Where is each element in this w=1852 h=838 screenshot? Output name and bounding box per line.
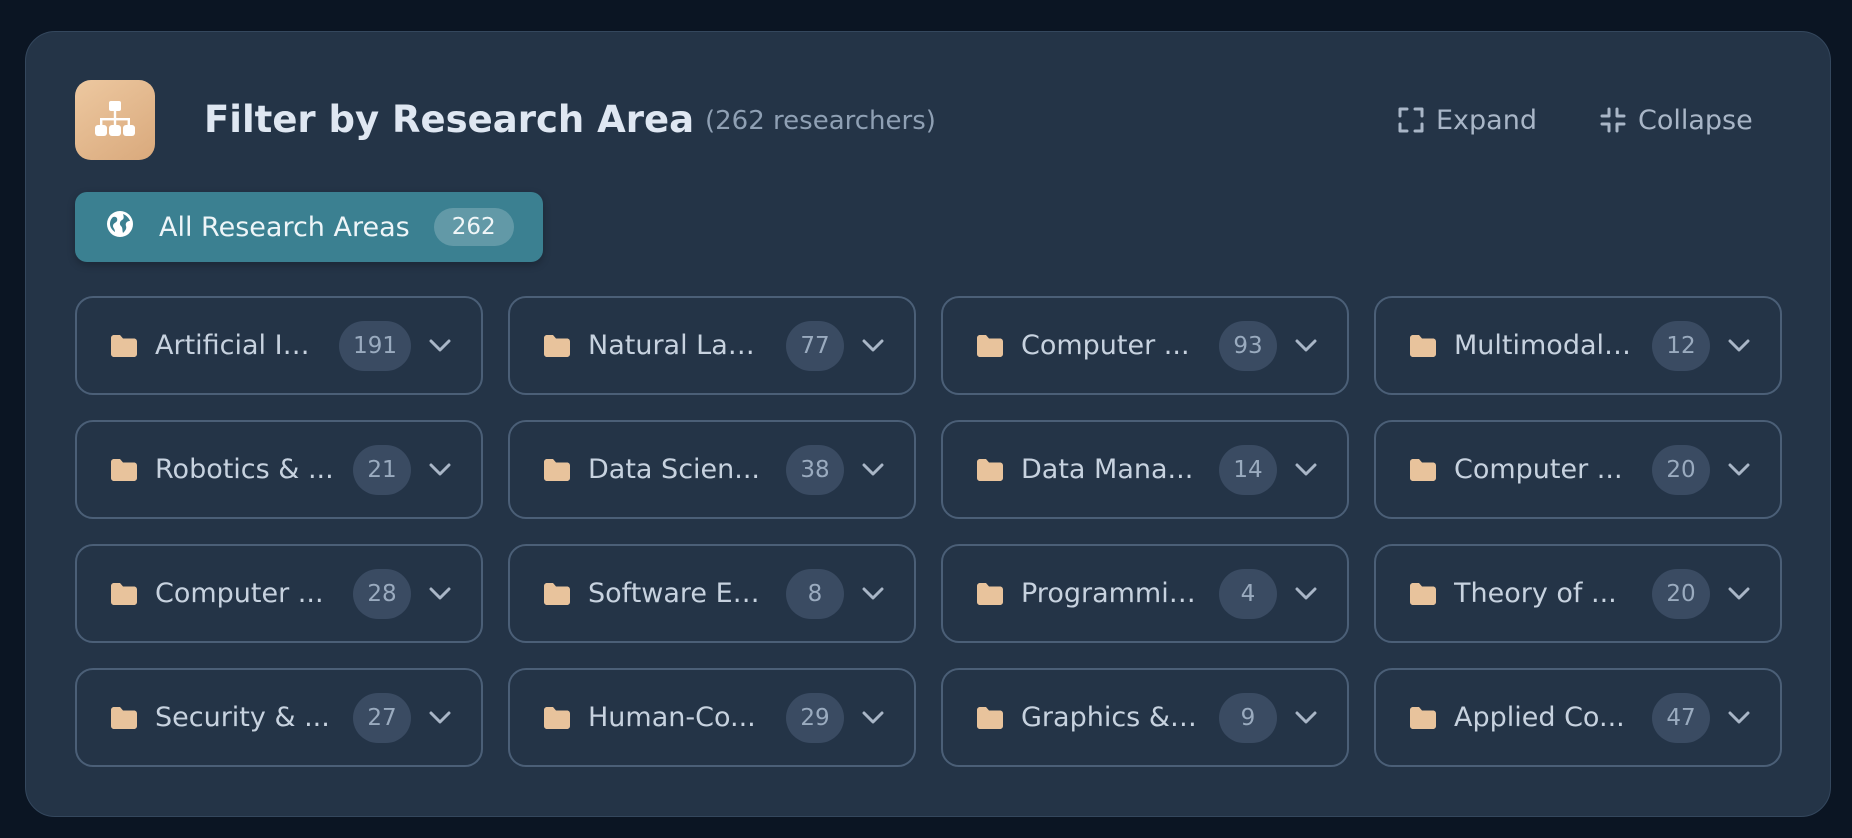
folder-icon xyxy=(1408,457,1438,483)
folder-icon xyxy=(975,333,1005,359)
research-area-item-5[interactable]: Robotics & ... 21 xyxy=(75,420,483,519)
folder-icon xyxy=(109,705,139,731)
research-area-count: 20 xyxy=(1652,568,1710,619)
research-area-item-10[interactable]: Software En... 8 xyxy=(508,544,916,643)
research-area-item-8[interactable]: Computer ... 20 xyxy=(1374,420,1782,519)
panel-header: Filter by Research Area (262 researchers… xyxy=(75,80,1785,160)
chevron-down-icon[interactable] xyxy=(429,339,451,353)
sitemap-icon xyxy=(75,80,155,160)
page-title: Filter by Research Area xyxy=(204,98,695,141)
chevron-down-icon[interactable] xyxy=(429,711,451,725)
research-area-item-4[interactable]: Multimodal AI 12 xyxy=(1374,296,1782,395)
research-area-count: 9 xyxy=(1219,692,1277,743)
research-area-count: 47 xyxy=(1652,692,1710,743)
chevron-down-icon[interactable] xyxy=(1728,587,1750,601)
folder-icon xyxy=(109,581,139,607)
chevron-down-icon[interactable] xyxy=(862,463,884,477)
chevron-down-icon[interactable] xyxy=(1728,711,1750,725)
research-area-count: 77 xyxy=(786,320,844,371)
expand-all-button[interactable]: Expand xyxy=(1398,96,1537,144)
folder-icon xyxy=(1408,333,1438,359)
chevron-down-icon[interactable] xyxy=(862,339,884,353)
folder-icon xyxy=(542,333,572,359)
chevron-down-icon[interactable] xyxy=(1295,711,1317,725)
research-area-label: Theory of ... xyxy=(1454,578,1617,609)
research-area-label: Multimodal AI xyxy=(1454,330,1634,361)
all-research-areas-button[interactable]: All Research Areas 262 xyxy=(75,192,543,262)
research-area-grid: Artificial In... 191 Natural Lan... 77 C… xyxy=(75,296,1785,767)
collapse-all-button[interactable]: Collapse xyxy=(1600,96,1753,144)
compress-icon xyxy=(1600,107,1626,133)
research-area-item-6[interactable]: Data Scien... 38 xyxy=(508,420,916,519)
research-area-item-9[interactable]: Computer ... 28 xyxy=(75,544,483,643)
all-research-areas-count: 262 xyxy=(433,208,514,246)
research-area-label: Computer ... xyxy=(1021,330,1190,361)
research-area-item-11[interactable]: Programmin... 4 xyxy=(941,544,1349,643)
chevron-down-icon[interactable] xyxy=(1295,463,1317,477)
folder-icon xyxy=(975,705,1005,731)
chevron-down-icon[interactable] xyxy=(1295,339,1317,353)
folder-icon xyxy=(542,705,572,731)
folder-icon xyxy=(109,333,139,359)
research-area-label: Software En... xyxy=(588,578,768,609)
research-area-item-1[interactable]: Artificial In... 191 xyxy=(75,296,483,395)
research-area-count: 28 xyxy=(353,568,411,619)
research-area-item-3[interactable]: Computer ... 93 xyxy=(941,296,1349,395)
expand-icon xyxy=(1398,107,1424,133)
research-area-count: 12 xyxy=(1652,320,1710,371)
chevron-down-icon[interactable] xyxy=(862,587,884,601)
globe-icon xyxy=(105,209,135,246)
research-area-count: 14 xyxy=(1219,444,1277,495)
research-area-item-16[interactable]: Applied Co... 47 xyxy=(1374,668,1782,767)
chevron-down-icon[interactable] xyxy=(429,587,451,601)
research-area-label: Computer ... xyxy=(155,578,324,609)
research-area-label: Robotics & ... xyxy=(155,454,334,485)
folder-icon xyxy=(1408,705,1438,731)
chevron-down-icon[interactable] xyxy=(1728,339,1750,353)
research-area-item-13[interactable]: Security & ... 27 xyxy=(75,668,483,767)
research-area-label: Programmin... xyxy=(1021,578,1201,609)
research-area-label: Data Mana... xyxy=(1021,454,1194,485)
research-area-label: Graphics & ... xyxy=(1021,702,1201,733)
research-area-count: 93 xyxy=(1219,320,1277,371)
research-area-label: Natural Lan... xyxy=(588,330,768,361)
research-area-count: 20 xyxy=(1652,444,1710,495)
folder-icon xyxy=(542,457,572,483)
research-area-count: 38 xyxy=(786,444,844,495)
folder-icon xyxy=(975,581,1005,607)
expand-label: Expand xyxy=(1436,104,1537,136)
chevron-down-icon[interactable] xyxy=(1728,463,1750,477)
research-area-count: 191 xyxy=(339,320,411,371)
research-area-count: 21 xyxy=(353,444,411,495)
research-area-count: 4 xyxy=(1219,568,1277,619)
research-area-item-15[interactable]: Graphics & ... 9 xyxy=(941,668,1349,767)
researcher-count: (262 researchers) xyxy=(705,106,936,136)
chevron-down-icon[interactable] xyxy=(1295,587,1317,601)
research-area-label: Data Scien... xyxy=(588,454,761,485)
research-area-label: Computer ... xyxy=(1454,454,1623,485)
research-area-item-7[interactable]: Data Mana... 14 xyxy=(941,420,1349,519)
research-area-label: Human-Co... xyxy=(588,702,756,733)
research-area-item-14[interactable]: Human-Co... 29 xyxy=(508,668,916,767)
folder-icon xyxy=(1408,581,1438,607)
folder-icon xyxy=(542,581,572,607)
research-area-label: Security & ... xyxy=(155,702,330,733)
collapse-label: Collapse xyxy=(1638,104,1753,136)
research-area-label: Artificial In... xyxy=(155,330,322,361)
research-area-count: 27 xyxy=(353,692,411,743)
folder-icon xyxy=(975,457,1005,483)
chevron-down-icon[interactable] xyxy=(862,711,884,725)
research-area-count: 8 xyxy=(786,568,844,619)
all-research-areas-label: All Research Areas xyxy=(159,211,410,243)
folder-icon xyxy=(109,457,139,483)
research-area-count: 29 xyxy=(786,692,844,743)
research-area-label: Applied Co... xyxy=(1454,702,1625,733)
research-area-item-12[interactable]: Theory of ... 20 xyxy=(1374,544,1782,643)
chevron-down-icon[interactable] xyxy=(429,463,451,477)
research-area-filter-panel: Filter by Research Area (262 researchers… xyxy=(25,31,1831,817)
research-area-item-2[interactable]: Natural Lan... 77 xyxy=(508,296,916,395)
